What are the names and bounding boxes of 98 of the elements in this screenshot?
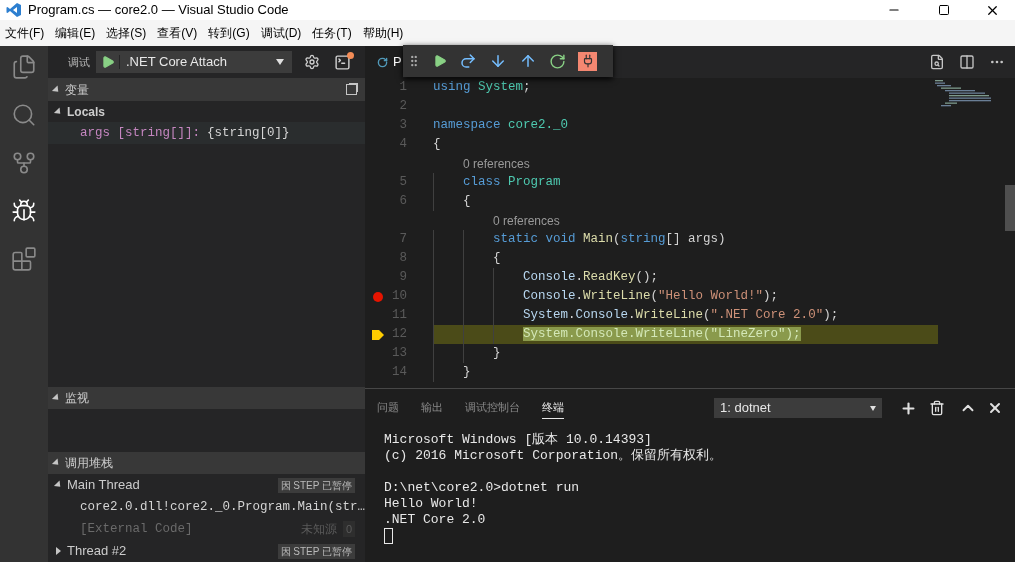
panel-tab[interactable]: 问题 — [377, 397, 399, 419]
settings-icon[interactable] — [304, 54, 320, 70]
terminal-line: .NET Core 2.0 — [384, 512, 486, 528]
menu-item[interactable]: 转到(G) — [205, 24, 253, 42]
branch-icon[interactable] — [11, 150, 37, 176]
scope-name: Locals — [67, 103, 105, 121]
new-terminal-icon[interactable] — [900, 399, 917, 417]
line-number: 12 — [391, 326, 407, 344]
codelens-text[interactable]: 0 references — [493, 211, 560, 230]
code-line: namespace core2._0 — [433, 117, 569, 135]
search-icon[interactable] — [11, 102, 37, 128]
code-line: } — [462, 364, 471, 382]
menu-item[interactable]: 编辑(E) — [52, 24, 99, 42]
line-number: 2 — [398, 98, 407, 116]
code-line: { — [492, 250, 501, 268]
bug-icon[interactable] — [11, 198, 37, 224]
line-number: 5 — [398, 174, 407, 192]
code-line: Console.ReadKey(); — [522, 269, 659, 287]
open-preview-icon[interactable] — [929, 54, 945, 70]
code-line: using System; — [433, 79, 531, 97]
terminal-line: Microsoft Windows [版本 10.0.14393] — [384, 432, 652, 448]
line-number: 8 — [398, 250, 407, 268]
file-type-icon — [377, 56, 388, 68]
terminal-icon[interactable] — [334, 53, 351, 71]
section-header[interactable]: 监视 — [48, 387, 365, 409]
terminal-line: Hello World! — [384, 496, 478, 512]
code-line: System.Console.WriteLine(".NET Core 2.0"); — [522, 307, 839, 325]
thread-name: Main Thread — [67, 476, 140, 495]
step-over-icon[interactable] — [459, 52, 477, 70]
app-logo-icon — [6, 2, 22, 18]
trash-icon[interactable] — [929, 400, 945, 416]
stack-frame[interactable]: core2.0.dll!core2._0.Program.Main(str… — [80, 497, 366, 517]
line-number: 6 — [398, 193, 407, 211]
current-line-pointer-icon — [372, 328, 384, 341]
dropdown-caret-icon — [870, 405, 876, 411]
line-number: 11 — [391, 307, 407, 325]
configuration-select[interactable]: .NET Core Attach — [96, 51, 292, 73]
panel-tab[interactable]: 输出 — [421, 397, 443, 419]
menu-item[interactable]: 调试(D) — [257, 24, 305, 42]
debug-label: 调试 — [68, 54, 90, 70]
editor-tab[interactable]: P — [365, 46, 403, 78]
section-title: 变量 — [65, 81, 89, 99]
collapse-all-icon[interactable] — [346, 84, 357, 95]
step-into-icon[interactable] — [489, 52, 507, 70]
dropdown-caret-icon — [276, 59, 284, 65]
thread-name: Thread #2 — [67, 542, 127, 561]
scrollbar-thumb[interactable] — [1005, 185, 1015, 231]
maximize-icon — [938, 4, 950, 16]
menu-item[interactable]: 选择(S) — [103, 24, 150, 42]
line-number: 7 — [398, 231, 407, 249]
restart-icon[interactable] — [549, 52, 566, 70]
panel-tab[interactable]: 调试控制台 — [465, 397, 520, 419]
section-title: 监视 — [65, 390, 89, 407]
variable-name: args [string[]]: — [80, 124, 201, 142]
breakpoint-icon[interactable] — [373, 291, 383, 302]
step-out-icon[interactable] — [519, 52, 537, 70]
line-number: 1 — [398, 79, 407, 97]
thread-row[interactable]: Thread #2 因 STEP 已暂停 — [48, 540, 365, 562]
continue-icon[interactable] — [433, 54, 447, 68]
terminal-cursor — [384, 528, 393, 544]
variable-value: {string[0]} — [207, 124, 290, 142]
code-line: static void Main(string[] args) — [492, 231, 726, 249]
line-number: 13 — [391, 345, 407, 363]
collapsed-arrow-icon[interactable] — [56, 547, 61, 555]
menu-item[interactable]: 文件(F) — [2, 24, 48, 42]
terminal-line: D:\net\core2.0>dotnet run — [384, 480, 580, 496]
files-icon[interactable] — [11, 54, 37, 80]
section-title: 调用堆栈 — [65, 455, 113, 472]
menu-item[interactable]: 帮助(H) — [359, 24, 407, 42]
terminal-line: (c) 2016 Microsoft Corporation。保留所有权利。 — [384, 448, 723, 464]
line-number: 9 — [398, 269, 407, 287]
configuration-value: .NET Core Attach — [126, 53, 228, 72]
code-line: { — [433, 136, 441, 154]
code-line: class Program — [462, 174, 561, 192]
section-header[interactable]: 变量 — [48, 78, 365, 101]
terminal-select[interactable]: 1: dotnet — [714, 398, 882, 418]
panel-tab[interactable]: 终端 — [542, 397, 564, 419]
line-number: 14 — [391, 364, 407, 382]
menu-item[interactable]: 任务(T) — [309, 24, 355, 42]
line-number: 4 — [398, 136, 407, 154]
menu-item[interactable]: 查看(V) — [154, 24, 201, 42]
code-line: { — [462, 193, 471, 211]
close-panel-icon[interactable] — [987, 400, 1003, 416]
split-editor-icon[interactable] — [959, 54, 975, 70]
thread-row[interactable]: Main Thread 因 STEP 已暂停 — [48, 474, 365, 496]
line-number: 10 — [391, 288, 407, 306]
variable-row[interactable]: args [string[]]: {string[0]} — [48, 122, 365, 144]
pause-status-badge: 因 STEP 已暂停 — [277, 477, 355, 493]
extensions-icon[interactable] — [11, 246, 37, 272]
codelens-text[interactable]: 0 references — [463, 154, 530, 173]
window-title: Program.cs — core2.0 — Visual Studio Code — [28, 1, 289, 20]
pause-status-badge: 因 STEP 已暂停 — [277, 543, 355, 559]
line-number: 3 — [398, 117, 407, 135]
section-header[interactable]: 调用堆栈 — [48, 452, 365, 474]
code-line: Console.WriteLine("Hello World!"); — [522, 288, 779, 306]
scope-row[interactable]: Locals — [48, 101, 365, 122]
disconnect-icon[interactable] — [578, 51, 597, 71]
code-line: } — [492, 345, 501, 363]
